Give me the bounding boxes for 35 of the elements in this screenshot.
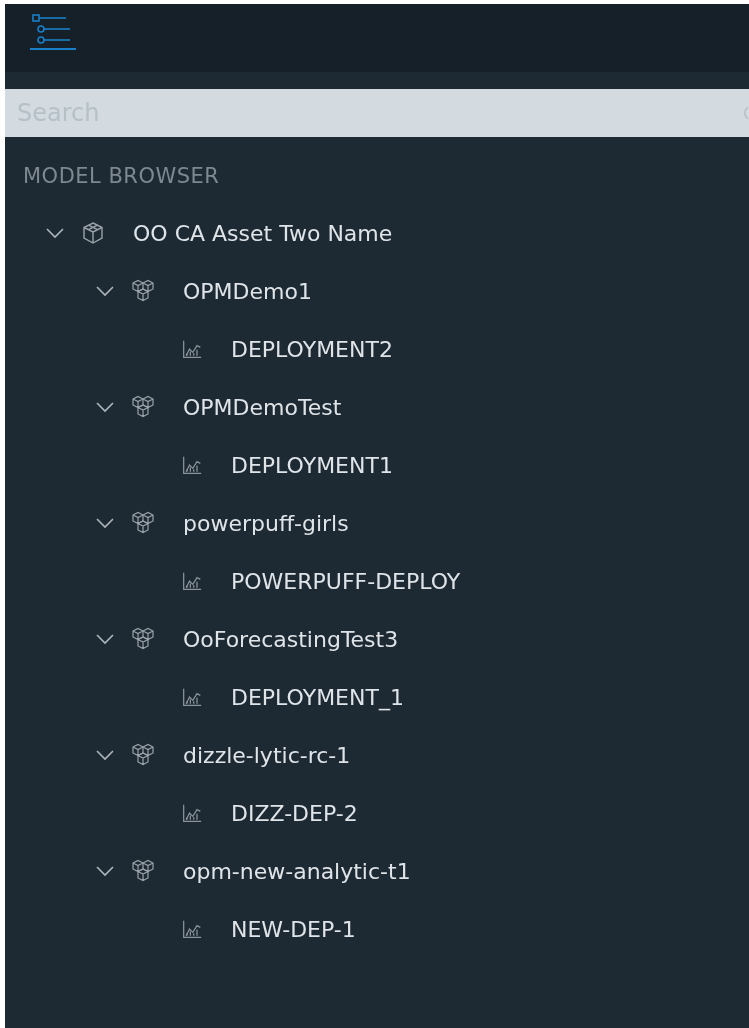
cubes-icon — [131, 627, 155, 651]
chart-icon — [181, 687, 203, 707]
tree-item[interactable]: POWERPUFF-DEPLOY — [231, 568, 461, 594]
tree-item[interactable]: OPMDemo1 — [183, 278, 312, 304]
chart-icon — [181, 571, 203, 591]
tree-item[interactable]: OO CA Asset Two Name — [133, 220, 393, 246]
tree-item[interactable]: DEPLOYMENT_1 — [231, 684, 404, 710]
cubes-icon — [131, 859, 155, 883]
chart-icon — [181, 455, 203, 475]
tree-item[interactable]: OPMDemoTest — [183, 394, 342, 420]
chevron-icon[interactable] — [95, 633, 115, 645]
tree-item[interactable]: DEPLOYMENT1 — [231, 452, 393, 478]
cubes-icon — [131, 743, 155, 767]
chevron-icon[interactable] — [95, 749, 115, 761]
tree-item[interactable]: dizzle-lytic-rc-1 — [183, 742, 351, 768]
tree-item[interactable]: DEPLOYMENT2 — [231, 336, 393, 362]
tree-item[interactable]: OoForecastingTest3 — [183, 626, 399, 652]
cubes-icon — [131, 511, 155, 535]
tree-item[interactable]: opm-new-analytic-t1 — [183, 858, 411, 884]
chart-icon — [181, 339, 203, 359]
chevron-icon[interactable] — [95, 865, 115, 877]
chevron-icon[interactable] — [95, 517, 115, 529]
chevron-icon[interactable] — [45, 227, 65, 239]
cubes-icon — [131, 395, 155, 419]
chart-icon — [181, 803, 203, 823]
section-title: MODEL BROWSER — [22, 164, 221, 190]
cube-icon — [81, 221, 105, 245]
cubes-icon — [131, 279, 155, 303]
chart-icon — [181, 919, 203, 939]
tree-item[interactable]: DIZZ-DEP-2 — [231, 800, 358, 826]
tree-item[interactable]: NEW-DEP-1 — [231, 916, 356, 942]
chevron-icon[interactable] — [95, 401, 115, 413]
tree-item[interactable]: powerpuff-girls — [183, 510, 349, 536]
chevron-icon[interactable] — [95, 285, 115, 297]
tree-view-icon[interactable] — [30, 11, 76, 53]
